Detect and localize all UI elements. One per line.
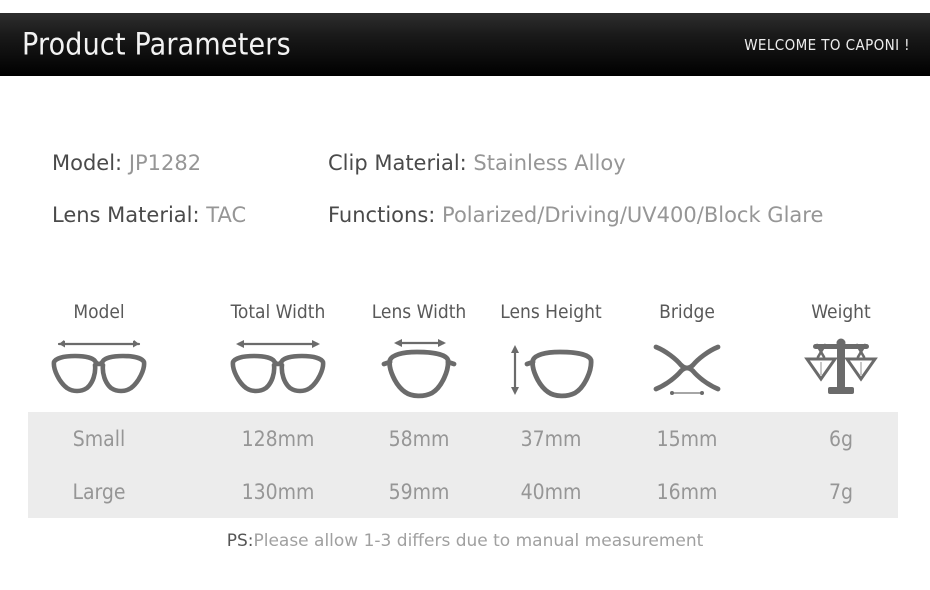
disclaimer-prefix: PS: (226, 531, 254, 551)
cell-weight: 7g (828, 479, 853, 504)
bridge-icon (633, 332, 741, 404)
spec-model: Model: JP1282 (52, 140, 201, 186)
column-header-weight: Weight (811, 301, 871, 323)
icon-cell-model (0, 330, 198, 406)
spec-clip-material-value: Stainless Alloy (473, 151, 626, 175)
lens-height-icon (497, 332, 605, 404)
product-spec-list: Model: JP1282 Clip Material: Stainless A… (0, 140, 930, 250)
column-header-model: Model (73, 301, 125, 323)
icon-cell-lens-height (480, 330, 622, 406)
cell-lens-height: 37mm (520, 426, 582, 451)
icon-cell-lens-width (358, 330, 480, 406)
header-banner: Product Parameters WELCOME TO CAPONI ! (0, 13, 930, 76)
glasses-full-width-icon (45, 332, 153, 404)
cell-lens-height: 40mm (520, 479, 582, 504)
cell-lens-width: 59mm (388, 479, 450, 504)
spec-clip-material: Clip Material: Stainless Alloy (328, 140, 626, 186)
glasses-total-width-icon (224, 332, 332, 404)
welcome-message: WELCOME TO CAPONI ! (744, 35, 910, 54)
spec-model-label: Model: (52, 151, 123, 175)
spec-functions-label: Functions: (328, 203, 436, 227)
column-header-total-width: Total Width (230, 301, 326, 323)
column-header-bridge: Bridge (659, 301, 715, 323)
spec-lens-material: Lens Material: TAC (52, 192, 246, 238)
spec-model-value: JP1282 (128, 151, 202, 175)
cell-total-width: 128mm (241, 426, 315, 451)
table-row: Small 128mm 58mm 37mm 15mm 6g (0, 412, 930, 465)
spec-lens-material-value: TAC (206, 203, 247, 227)
table-row: Large 130mm 59mm 40mm 16mm 7g (0, 465, 930, 518)
measurement-table: Model Total Width Lens Width Lens Height… (0, 296, 930, 526)
spec-functions: Functions: Polarized/Driving/UV400/Block… (328, 192, 823, 238)
cell-bridge: 15mm (656, 426, 718, 451)
measurement-disclaimer: PS:Please allow 1-3 differs due to manua… (0, 531, 930, 551)
cell-total-width: 130mm (241, 479, 315, 504)
lens-width-icon (365, 332, 473, 404)
icon-cell-bridge (622, 330, 752, 406)
table-icon-row (0, 330, 930, 406)
cell-bridge: 16mm (656, 479, 718, 504)
spec-row: Lens Material: TAC Functions: Polarized/… (0, 192, 930, 238)
cell-size: Large (72, 479, 126, 504)
spec-functions-value: Polarized/Driving/UV400/Block Glare (442, 203, 824, 227)
weight-scale-icon (787, 332, 895, 404)
column-header-lens-height: Lens Height (500, 301, 602, 323)
cell-weight: 6g (828, 426, 853, 451)
spec-row: Model: JP1282 Clip Material: Stainless A… (0, 140, 930, 186)
column-header-lens-width: Lens Width (371, 301, 467, 323)
spec-clip-material-label: Clip Material: (328, 151, 467, 175)
icon-cell-total-width (198, 330, 358, 406)
disclaimer-text: Please allow 1-3 differs due to manual m… (253, 531, 704, 551)
cell-size: Small (72, 426, 126, 451)
cell-lens-width: 58mm (388, 426, 450, 451)
icon-cell-weight (752, 330, 930, 406)
page-title: Product Parameters (22, 27, 291, 62)
spec-lens-material-label: Lens Material: (52, 203, 200, 227)
table-header-row: Model Total Width Lens Width Lens Height… (0, 296, 930, 328)
